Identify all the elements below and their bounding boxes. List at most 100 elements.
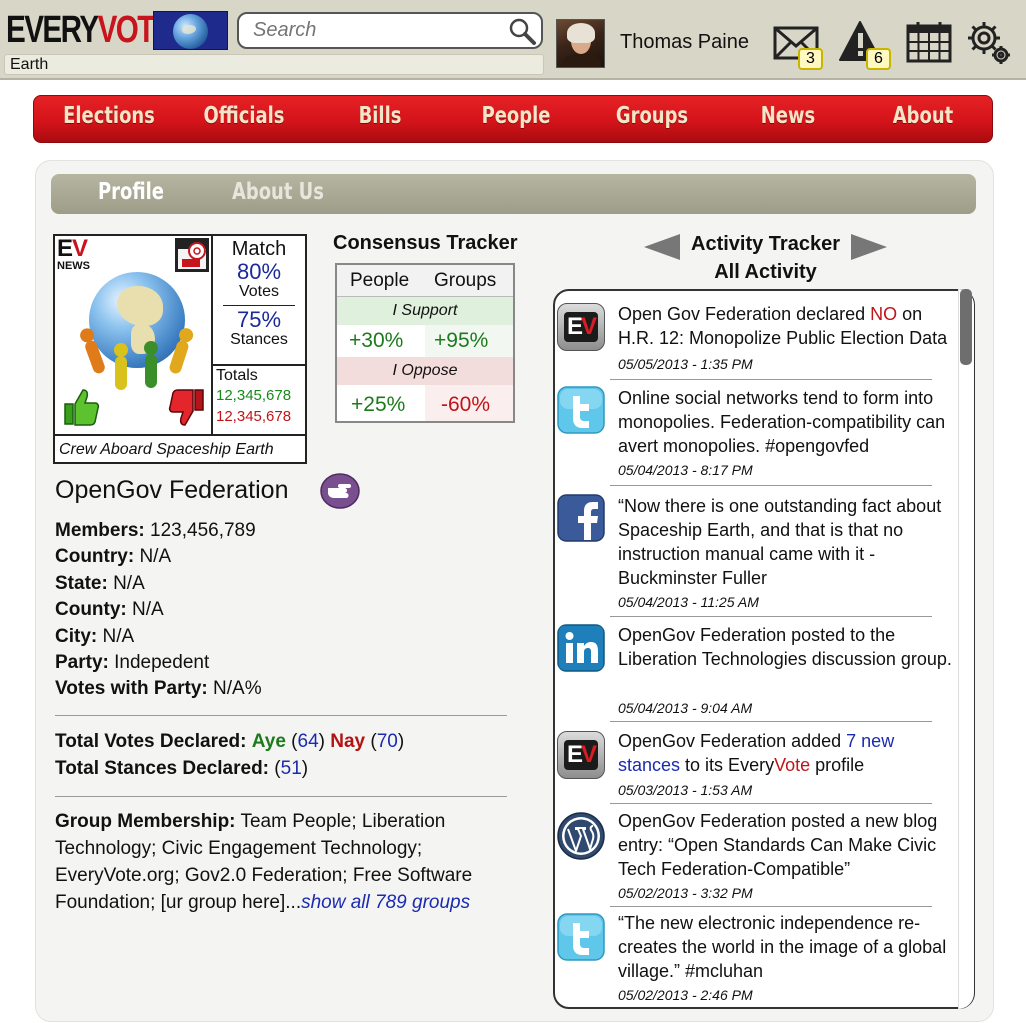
votes-label: Votes [238,283,280,300]
activity-feed-scrollbar[interactable] [958,289,974,1009]
follow-hand-icon[interactable] [320,473,360,509]
settings-gear-icon[interactable] [966,20,1012,66]
nav-about[interactable]: About [876,103,970,129]
aye-count-link[interactable]: 64 [298,731,319,752]
nav-news[interactable]: News [741,103,835,129]
contact-mail-icon[interactable] [174,237,210,273]
oppose-people-value: +25% [351,393,406,416]
messages-count-badge: 3 [798,48,823,70]
nav-groups[interactable]: Groups [605,103,699,129]
search-icon[interactable] [507,16,537,46]
consensus-table: People Groups I Support +30% +95% I Oppo… [335,263,515,423]
linkedin-icon[interactable] [557,624,605,672]
divider [610,616,932,617]
activity-tracker-header: Activity Tracker All Activity [643,230,888,286]
divider [55,715,507,716]
votes-match-pct: 80% [236,259,282,284]
alerts-count-badge: 6 [866,48,891,70]
profile-subtabs: Profile About Us [51,174,976,214]
person-figure [114,343,128,390]
divider [610,379,932,380]
divider [610,803,932,804]
person-figure [144,341,158,388]
facebook-icon[interactable] [557,494,605,542]
totals-label: Totals [216,367,258,384]
activity-item-text: “Now there is one outstanding fact about… [618,496,942,588]
everyvote-logo[interactable]: EVERYVOTE [6,10,174,50]
city-row: City: N/A [55,626,135,647]
stances-count-link[interactable]: 51 [281,758,302,779]
match-column: Match 80% Votes 75% Stances Totals 12,34… [213,236,305,434]
divider [610,485,932,486]
activity-item-date: 05/04/2013 - 8:17 PM [618,462,753,478]
thumbs-down-icon[interactable] [167,386,209,428]
oppose-row-label: I Oppose [337,357,513,385]
group-membership: Group Membership: Team People; Liberatio… [55,811,473,913]
members-row: Members: 123,456,789 [55,520,256,541]
nay-count-link[interactable]: 70 [377,731,398,752]
everyvote-source-icon: EV [557,303,605,351]
twitter-icon[interactable] [557,913,605,961]
wordpress-icon[interactable] [557,812,605,860]
activity-item-date: 05/04/2013 - 9:04 AM [618,700,753,716]
totals-block: Totals 12,345,678 12,345,678 [213,364,305,427]
total-votes-row: Total Votes Declared: Aye (64) Nay (70) [55,731,405,752]
card-caption: Crew Aboard Spaceship Earth [55,434,305,462]
nav-elections[interactable]: Elections [62,103,156,129]
stances-label: Stances [230,331,288,348]
activity-item-date: 05/03/2013 - 1:53 AM [618,782,753,798]
county-row: County: N/A [55,599,164,620]
ev-news-logo: EV NEWS [57,236,90,273]
twitter-icon[interactable] [557,386,605,434]
activity-item-date: 05/02/2013 - 2:46 PM [618,987,753,1003]
tab-profile[interactable]: Profile [98,179,164,205]
everyvote-source-icon: EV [557,731,605,779]
consensus-tracker-title: Consensus Tracker [333,232,518,254]
show-all-groups-link[interactable]: show all 789 groups [301,892,470,913]
activity-item-text: OpenGov Federation posted to the Liberat… [618,625,952,669]
earth-globe-image [89,272,185,368]
divider [55,796,507,797]
divider [610,721,932,722]
search-input[interactable] [237,12,543,49]
activity-item-text: “The new electronic independence re-crea… [618,913,947,981]
activity-item-date: 05/02/2013 - 3:32 PM [618,885,753,901]
col-people: People [350,270,410,291]
oppose-groups-value: -60% [441,393,491,416]
username[interactable]: Thomas Paine [620,31,749,54]
nav-people[interactable]: People [469,103,563,129]
main-nav: Elections Officials Bills People Groups … [33,95,993,143]
earth-globe-icon[interactable] [153,11,228,50]
support-people-value: +30% [349,329,404,352]
col-groups: Groups [434,270,497,291]
nav-officials[interactable]: Officials [197,103,291,129]
org-name: OpenGov Federation [55,476,289,504]
user-avatar[interactable] [556,19,605,68]
scrollbar-thumb[interactable] [960,289,972,365]
nav-bills[interactable]: Bills [333,103,427,129]
calendar-icon[interactable] [906,21,952,63]
country-row: Country: N/A [55,546,172,567]
activity-item-text: OpenGov Federation added 7 new stances t… [618,731,895,775]
state-row: State: N/A [55,573,145,594]
divider [610,906,932,907]
activity-item-text: Online social networks tend to form into… [618,388,946,456]
tab-about-us[interactable]: About Us [232,179,324,205]
consensus-header: People Groups [337,265,513,297]
party-row: Party: Indepedent [55,652,210,673]
totals-oppose: 12,345,678 [216,408,292,425]
activity-filter-label[interactable]: All Activity [643,258,888,286]
support-groups-value: +95% [434,329,489,352]
thumbs-up-icon[interactable] [59,386,101,428]
match-title: Match [231,238,287,260]
top-bar: EVERYVOTE Earth Thomas Paine 3 6 [0,0,1026,80]
activity-item-date: 05/04/2013 - 11:25 AM [618,594,759,610]
profile-image: EV NEWS [55,236,213,434]
totals-support: 12,345,678 [216,387,292,404]
location-label[interactable]: Earth [4,54,544,75]
activity-item-text: OpenGov Federation posted a new blog ent… [618,811,938,879]
votes-with-party-row: Votes with Party: N/A% [55,678,262,699]
activity-item-date: 05/05/2013 - 1:35 PM [618,356,753,372]
activity-item-text: Open Gov Federation declared NO on H.R. … [618,304,948,348]
support-row-label: I Support [337,297,513,325]
